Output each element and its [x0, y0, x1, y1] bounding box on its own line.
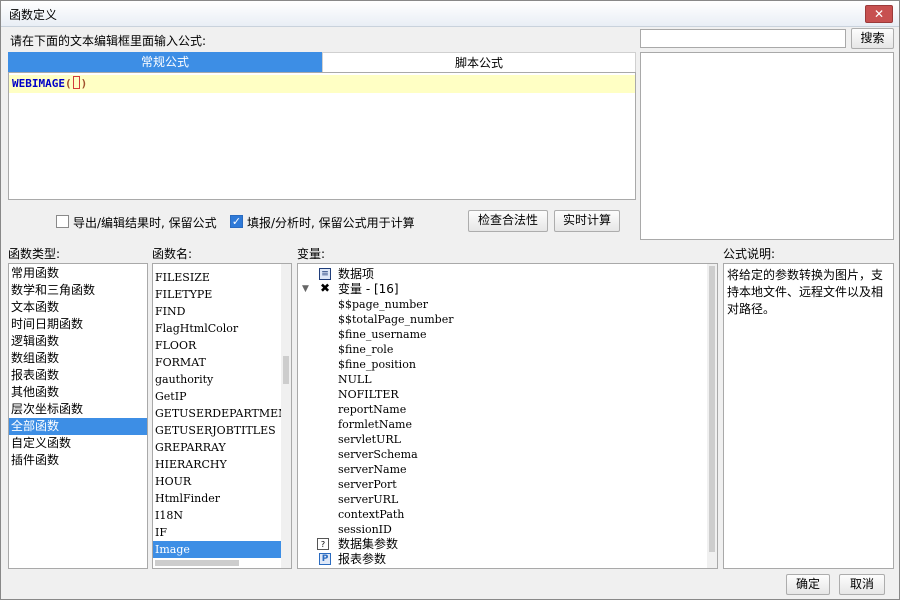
- list-item[interactable]: 自定义函数: [9, 435, 147, 452]
- tab-script-formula[interactable]: 脚本公式: [322, 52, 636, 73]
- search-results-panel: [640, 52, 894, 240]
- list-item[interactable]: HOUR: [153, 473, 281, 490]
- list-item[interactable]: HtmlFinder: [153, 490, 281, 507]
- keep-on-export-checkbox[interactable]: [56, 215, 69, 228]
- formula-open-paren: (: [64, 77, 72, 90]
- list-item[interactable]: FILETYPE: [153, 286, 281, 303]
- formula-code: WEBIMAGE(): [12, 76, 87, 90]
- list-item[interactable]: 数组函数: [9, 350, 147, 367]
- tree-node-label: 数据集参数: [338, 537, 399, 551]
- tree-node-report-params[interactable]: P 报表参数: [298, 552, 717, 567]
- window-title: 函数定义: [9, 8, 58, 22]
- tree-leaf[interactable]: servletURL: [298, 432, 717, 447]
- cancel-button[interactable]: 取消: [839, 574, 885, 595]
- list-item[interactable]: I18N: [153, 507, 281, 524]
- formula-function-name: WEBIMAGE: [12, 77, 65, 90]
- close-button[interactable]: ✕: [865, 5, 893, 23]
- list-item[interactable]: 插件函数: [9, 452, 147, 469]
- list-item[interactable]: FORMAT: [153, 354, 281, 371]
- tree-leaf[interactable]: $$totalPage_number: [298, 312, 717, 327]
- list-item[interactable]: GetIP: [153, 388, 281, 405]
- list-item[interactable]: GETUSERJOBTITLES: [153, 422, 281, 439]
- tree-leaf[interactable]: $fine_position: [298, 357, 717, 372]
- data-item-icon: ≡: [319, 268, 331, 280]
- tree-leaf[interactable]: serverSchema: [298, 447, 717, 462]
- func-type-label: 函数类型:: [8, 247, 61, 261]
- tree-leaf[interactable]: contextPath: [298, 507, 717, 522]
- variable-tree: ≡ 数据项 ▼ ✖ 变量 - [16] $$page_number $$tota…: [297, 263, 718, 569]
- description-text: 将给定的参数转换为图片，支持本地文件、远程文件以及相对路径。: [727, 268, 884, 316]
- scrollbar-thumb[interactable]: [283, 356, 289, 384]
- dataset-param-icon: ?: [317, 538, 329, 550]
- list-item-selected[interactable]: Image: [153, 541, 281, 558]
- tree-leaf[interactable]: $fine_username: [298, 327, 717, 342]
- tree-leaf[interactable]: $$page_number: [298, 297, 717, 312]
- tree-leaf[interactable]: reportName: [298, 402, 717, 417]
- tree-leaf[interactable]: $fine_role: [298, 342, 717, 357]
- list-item[interactable]: 层次坐标函数: [9, 401, 147, 418]
- func-type-list: 常用函数 数学和三角函数 文本函数 时间日期函数 逻辑函数 数组函数 报表函数 …: [8, 263, 148, 569]
- tree-node-data-items[interactable]: ≡ 数据项: [298, 267, 717, 282]
- list-item-selected[interactable]: 全部函数: [9, 418, 147, 435]
- search-input[interactable]: [640, 29, 846, 48]
- ok-button[interactable]: 确定: [786, 574, 830, 595]
- tree-node-variables[interactable]: ▼ ✖ 变量 - [16]: [298, 282, 717, 297]
- variable-icon: ✖: [319, 281, 331, 295]
- current-line-highlight: [9, 75, 635, 93]
- variable-tree-scrollbar[interactable]: [707, 264, 717, 568]
- tree-node-label: 报表参数: [338, 552, 387, 566]
- tree-leaf[interactable]: NULL: [298, 372, 717, 387]
- tree-node-dataset-params[interactable]: ? 数据集参数: [298, 537, 717, 552]
- horizontal-scrollbar-thumb[interactable]: [155, 560, 239, 566]
- search-button[interactable]: 搜索: [851, 28, 894, 49]
- list-item[interactable]: 文本函数: [9, 299, 147, 316]
- tree-leaf[interactable]: sessionID: [298, 522, 717, 537]
- list-item[interactable]: FILESIZE: [153, 269, 281, 286]
- scrollbar-thumb[interactable]: [709, 266, 715, 552]
- list-item[interactable]: 逻辑函数: [9, 333, 147, 350]
- function-definition-dialog: 函数定义 ✕ 请在下面的文本编辑框里面输入公式: 搜索 常规公式 脚本公式 WE…: [0, 0, 900, 600]
- list-item[interactable]: 时间日期函数: [9, 316, 147, 333]
- list-item[interactable]: FIND: [153, 303, 281, 320]
- tree-leaf[interactable]: serverName: [298, 462, 717, 477]
- description-label: 公式说明:: [723, 247, 776, 261]
- func-name-scrollbar[interactable]: [281, 264, 291, 568]
- check-validity-button[interactable]: 检查合法性: [468, 210, 548, 232]
- prompt-label: 请在下面的文本编辑框里面输入公式:: [10, 34, 207, 48]
- list-item[interactable]: 其他函数: [9, 384, 147, 401]
- func-name-label: 函数名:: [152, 247, 193, 261]
- realtime-calc-button[interactable]: 实时计算: [554, 210, 620, 232]
- list-item[interactable]: HIERARCHY: [153, 456, 281, 473]
- list-item[interactable]: gauthority: [153, 371, 281, 388]
- list-item[interactable]: 常用函数: [9, 265, 147, 282]
- tree-leaf[interactable]: NOFILTER: [298, 387, 717, 402]
- variables-label: 变量:: [297, 247, 326, 261]
- list-item[interactable]: GREPARRAY: [153, 439, 281, 456]
- formula-editor[interactable]: WEBIMAGE(): [8, 72, 636, 200]
- formula-close-paren: ): [80, 77, 88, 90]
- tree-leaf[interactable]: serverPort: [298, 477, 717, 492]
- tree-leaf[interactable]: serverURL: [298, 492, 717, 507]
- keep-on-export-label: 导出/编辑结果时, 保留公式: [73, 216, 217, 230]
- list-item[interactable]: GETUSERDEPARTMENTS: [153, 405, 291, 422]
- text-caret: [72, 76, 80, 89]
- list-item[interactable]: 报表函数: [9, 367, 147, 384]
- list-item[interactable]: FlagHtmlColor: [153, 320, 281, 337]
- keep-on-fill-checkbox[interactable]: ✓: [230, 215, 243, 228]
- title-bar: 函数定义 ✕: [1, 1, 899, 27]
- list-item[interactable]: 数学和三角函数: [9, 282, 147, 299]
- list-item[interactable]: IF: [153, 524, 281, 541]
- tab-regular-formula[interactable]: 常规公式: [8, 52, 322, 73]
- keep-on-fill-label: 填报/分析时, 保留公式用于计算: [247, 216, 415, 230]
- chevron-down-icon[interactable]: ▼: [302, 282, 309, 297]
- list-item[interactable]: FLOOR: [153, 337, 281, 354]
- tree-node-label: 变量 - [16]: [338, 282, 399, 296]
- report-param-icon: P: [319, 553, 331, 565]
- func-name-list: FILESIZE FILETYPE FIND FlagHtmlColor FLO…: [152, 263, 292, 569]
- check-mark-icon: ✓: [231, 215, 242, 228]
- tree-leaf[interactable]: formletName: [298, 417, 717, 432]
- tree-node-label: 数据项: [338, 267, 375, 281]
